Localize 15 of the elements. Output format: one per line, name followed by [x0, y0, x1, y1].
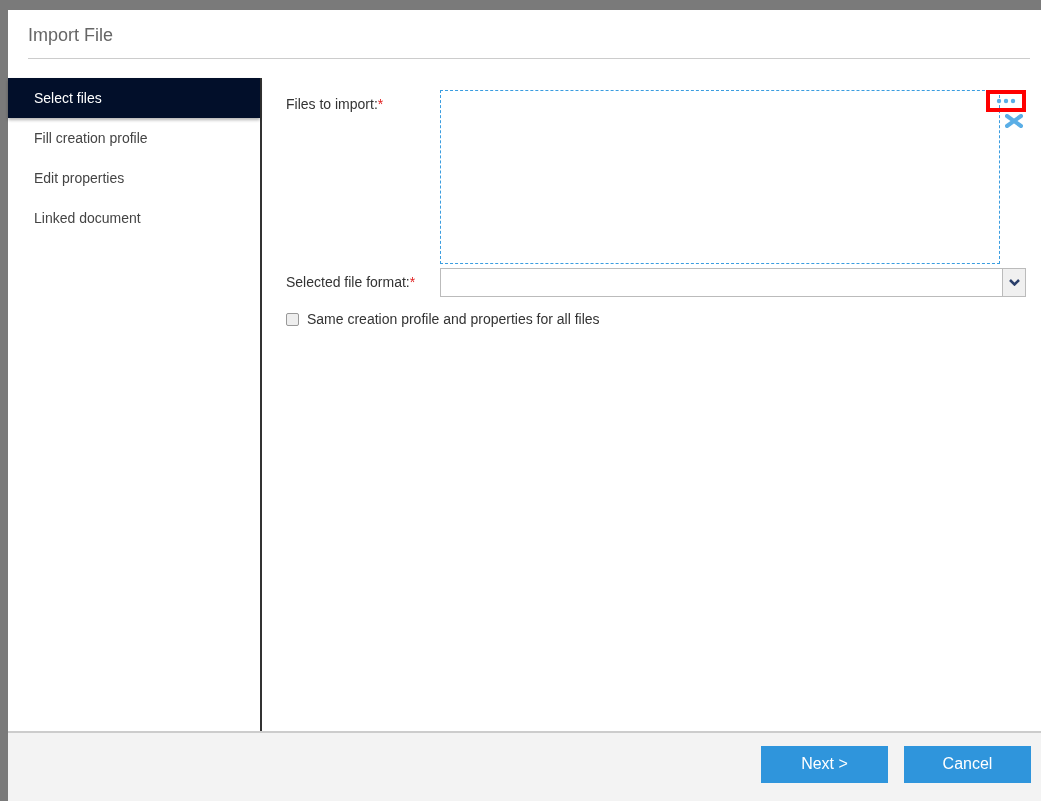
field-label: Files to import: — [286, 96, 378, 112]
step-item[interactable]: Fill creation profile — [8, 118, 260, 158]
more-icon[interactable] — [996, 98, 1016, 104]
field-label: Selected file format: — [286, 274, 410, 290]
step-item[interactable]: Linked document — [8, 198, 260, 238]
caret-icon — [1008, 279, 1020, 286]
format-select[interactable] — [440, 268, 1026, 297]
checkbox-label: Same creation profile and properties for all files — [307, 310, 600, 329]
step-item[interactable]: Edit properties — [8, 158, 260, 198]
checkbox[interactable] — [286, 313, 299, 326]
required-mark: * — [377, 96, 384, 112]
dialog-title: Import File — [28, 24, 114, 47]
remove-icon[interactable] — [1005, 114, 1023, 128]
required-mark: * — [409, 274, 416, 290]
step-item[interactable]: Select files — [8, 78, 260, 118]
